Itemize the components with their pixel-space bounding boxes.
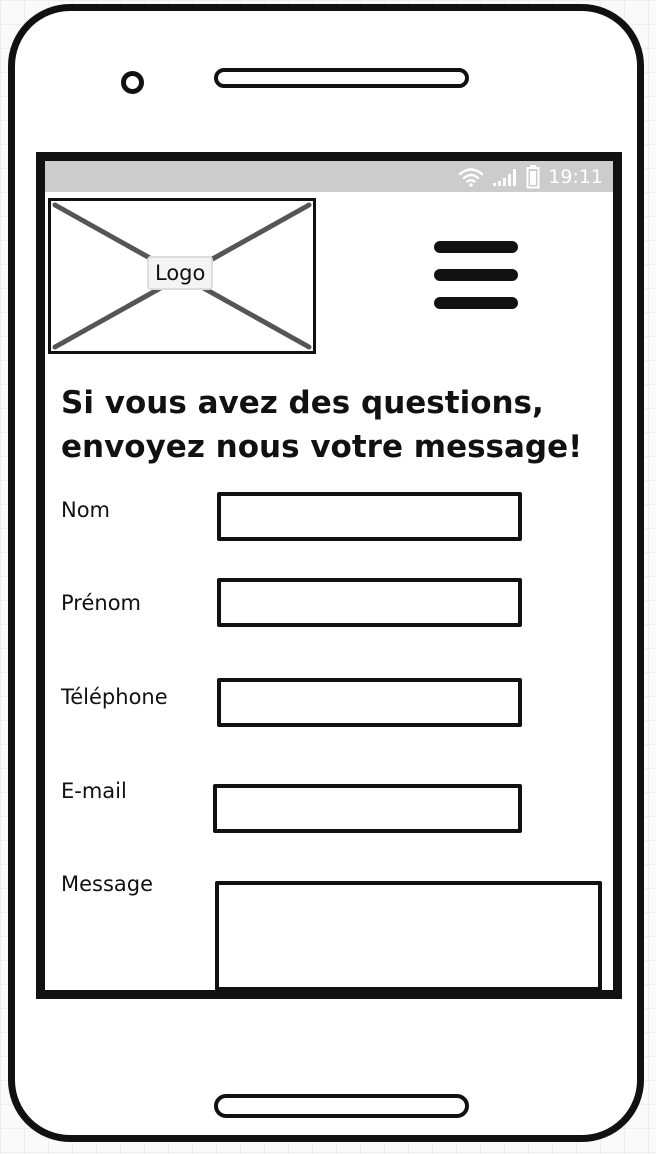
email-label: E-mail bbox=[61, 779, 127, 803]
telephone-label: Téléphone bbox=[61, 685, 168, 709]
menu-bar-top bbox=[434, 241, 518, 253]
status-icons: 19:11 bbox=[458, 164, 603, 190]
camera-icon bbox=[121, 71, 144, 94]
status-time: 19:11 bbox=[548, 166, 603, 188]
logo-placeholder: Logo bbox=[48, 198, 316, 354]
speaker-grille bbox=[214, 68, 469, 88]
wifi-icon bbox=[458, 168, 484, 187]
signal-icon bbox=[493, 169, 517, 186]
message-field[interactable] bbox=[215, 881, 602, 990]
home-button[interactable] bbox=[214, 1094, 469, 1118]
hamburger-menu-icon[interactable] bbox=[434, 241, 518, 311]
nom-field[interactable] bbox=[217, 492, 522, 541]
telephone-field[interactable] bbox=[217, 678, 522, 727]
menu-bar-middle bbox=[434, 269, 518, 281]
battery-icon bbox=[526, 165, 540, 189]
prenom-field[interactable] bbox=[217, 578, 522, 627]
prenom-label: Prénom bbox=[61, 591, 142, 615]
message-label: Message bbox=[61, 872, 154, 896]
page-headline: Si vous avez des questions, envoyez nous… bbox=[61, 385, 583, 465]
phone-screen: 19:11 Logo Si vous avez des questions, e… bbox=[36, 152, 622, 999]
status-bar: 19:11 bbox=[45, 161, 613, 192]
email-field[interactable] bbox=[213, 784, 522, 833]
nom-label: Nom bbox=[61, 498, 111, 522]
menu-bar-bottom bbox=[434, 297, 518, 309]
logo-label: Logo bbox=[147, 256, 214, 290]
